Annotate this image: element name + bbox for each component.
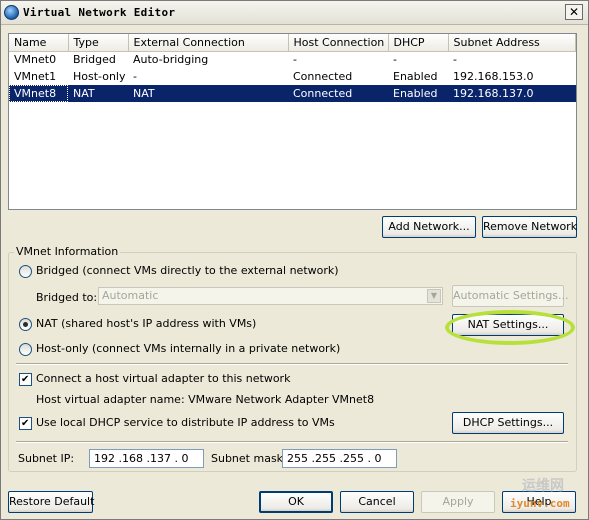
column-header-external-connection[interactable]: External Connection <box>128 34 289 52</box>
close-button[interactable]: ✕ <box>565 4 583 20</box>
cell-type: NAT <box>68 85 128 102</box>
cell-name: VMnet8 <box>9 85 68 102</box>
cell-host: - <box>293 53 297 67</box>
divider <box>16 441 568 443</box>
watermark-text: 运维网 <box>522 478 564 494</box>
cell-subnet: - <box>453 53 457 67</box>
title-bar[interactable]: Virtual Network Editor ✕ <box>1 1 588 25</box>
cell-external: - <box>133 70 137 83</box>
cell-type: Bridged <box>73 53 116 67</box>
automatic-settings-button[interactable]: Automatic Settings... <box>452 285 569 307</box>
cell-type: Host-only <box>73 70 126 83</box>
remove-network-button[interactable]: Remove Network <box>482 216 577 238</box>
dhcp-checkbox[interactable] <box>19 417 32 430</box>
apply-button[interactable]: Apply <box>421 491 495 513</box>
column-header-host-connection[interactable]: Host Connection <box>288 34 389 52</box>
host-only-radio-label[interactable]: Host-only (connect VMs internally in a p… <box>36 342 340 355</box>
divider <box>16 363 568 365</box>
dhcp-label[interactable]: Use local DHCP service to distribute IP … <box>36 416 335 429</box>
cell-host: Connected <box>293 70 353 83</box>
cell-dhcp: Enabled <box>393 70 438 83</box>
ok-button[interactable]: OK <box>259 491 333 513</box>
subnet-ip-input[interactable]: 192 .168 .137 . 0 <box>89 449 204 468</box>
watermark-url: iyunv.com <box>510 497 570 510</box>
nat-radio-label[interactable]: NAT (shared host's IP address with VMs) <box>36 317 256 330</box>
table-row[interactable]: VMnet1 Host-only - Connected Enabled 192… <box>9 68 576 85</box>
network-table: Name Type External Connection Host Conne… <box>9 34 576 102</box>
table-header-row: Name Type External Connection Host Conne… <box>9 34 576 52</box>
watermark-logo: 运维网 iyunv.com <box>498 473 586 517</box>
cell-external: NAT <box>128 85 288 102</box>
cell-dhcp: Enabled <box>388 85 448 102</box>
cell-host: Connected <box>288 85 388 102</box>
adapter-name-text: Host virtual adapter name: VMware Networ… <box>36 393 375 406</box>
connect-adapter-checkbox[interactable] <box>19 373 32 386</box>
bridged-to-label: Bridged to: <box>36 291 98 304</box>
add-network-button[interactable]: Add Network... <box>382 216 476 238</box>
vmnet-information-legend: VMnet Information <box>14 245 121 258</box>
column-header-subnet-address[interactable]: Subnet Address <box>448 34 576 52</box>
column-header-dhcp[interactable]: DHCP <box>388 34 449 52</box>
cell-name: VMnet1 <box>14 70 57 83</box>
cell-subnet: 192.168.153.0 <box>453 70 534 83</box>
network-globe-icon <box>4 5 19 20</box>
bridged-to-value: Automatic <box>102 289 159 302</box>
virtual-network-editor-window: Virtual Network Editor ✕ Name Type Exter… <box>0 0 589 520</box>
bridged-radio-label[interactable]: Bridged (connect VMs directly to the ext… <box>36 264 339 277</box>
subnet-mask-input[interactable]: 255 .255 .255 . 0 <box>282 449 397 468</box>
host-only-radio[interactable] <box>19 343 32 356</box>
nat-settings-button[interactable]: NAT Settings... <box>452 314 564 336</box>
column-header-name[interactable]: Name <box>9 34 69 52</box>
table-row[interactable]: VMnet0 Bridged Auto-bridging - - - <box>9 51 576 68</box>
cell-external: Auto-bridging <box>133 53 209 67</box>
nat-radio[interactable] <box>19 318 32 331</box>
table-row-selected[interactable]: VMnet8 NAT NAT Connected Enabled 192.168… <box>9 85 576 102</box>
bridged-to-select[interactable]: Automatic ▼ <box>98 287 443 305</box>
bridged-radio[interactable] <box>19 265 32 278</box>
cell-dhcp: - <box>393 53 397 67</box>
chevron-down-icon[interactable]: ▼ <box>427 289 441 303</box>
network-list[interactable]: Name Type External Connection Host Conne… <box>8 33 577 210</box>
cell-name: VMnet0 <box>14 53 57 67</box>
subnet-mask-label: Subnet mask: <box>211 452 287 465</box>
window-title: Virtual Network Editor <box>23 6 176 19</box>
dhcp-settings-button[interactable]: DHCP Settings... <box>452 412 564 434</box>
restore-default-button[interactable]: Restore Default <box>8 491 94 513</box>
subnet-ip-label: Subnet IP: <box>18 452 75 465</box>
cell-subnet: 192.168.137.0 <box>448 85 576 102</box>
connect-adapter-label[interactable]: Connect a host virtual adapter to this n… <box>36 372 290 385</box>
column-header-type[interactable]: Type <box>68 34 129 52</box>
cancel-button[interactable]: Cancel <box>340 491 414 513</box>
